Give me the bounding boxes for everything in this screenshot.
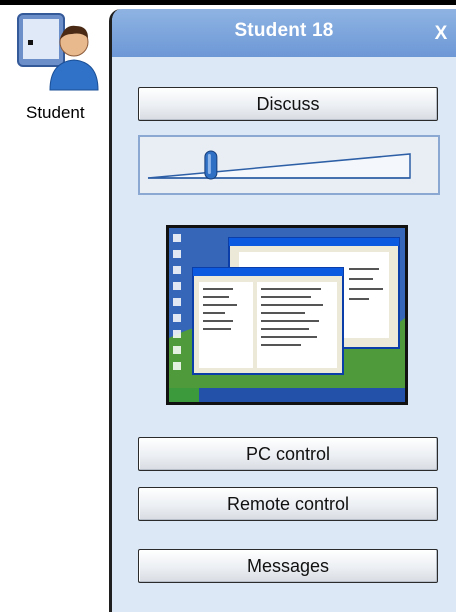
volume-knob[interactable] [204, 150, 218, 180]
volume-ramp [147, 153, 411, 179]
desktop-screenshot-thumbnail[interactable] [166, 225, 408, 405]
panel-header: Student 18 X [112, 9, 456, 57]
stage: Student Student 18 X Discuss PC control … [0, 0, 456, 612]
student-panel: Student 18 X Discuss PC control Remote c… [109, 9, 456, 612]
top-edge [0, 0, 456, 5]
volume-control[interactable] [138, 135, 440, 195]
messages-button[interactable]: Messages [138, 549, 438, 583]
remote-control-button[interactable]: Remote control [138, 487, 438, 521]
student-label: Student [26, 103, 85, 122]
discuss-button[interactable]: Discuss [138, 87, 438, 121]
panel-body: Discuss PC control Remote control Messag… [112, 57, 456, 612]
panel-title: Student 18 [234, 20, 334, 41]
close-button[interactable]: X [426, 23, 456, 45]
screen-image [169, 228, 405, 402]
volume-slider[interactable] [140, 137, 438, 193]
student-item[interactable]: Student [14, 10, 114, 122]
student-computer-icon [17, 13, 99, 91]
pc-control-button[interactable]: PC control [138, 437, 438, 471]
